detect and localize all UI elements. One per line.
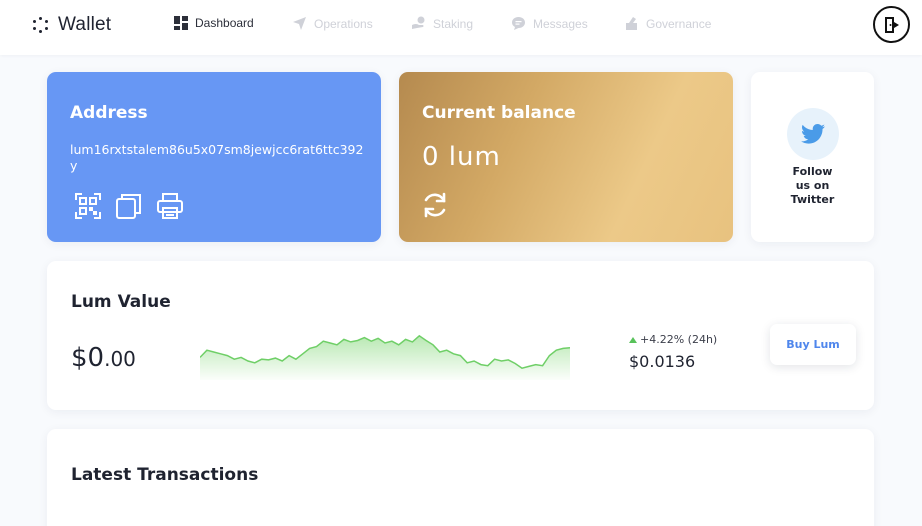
wallet-logo-icon: [33, 17, 49, 33]
latest-transactions-card: Latest Transactions: [47, 429, 874, 526]
balance-card: Current balance 0 lum: [399, 72, 733, 242]
nav-governance[interactable]: Governance: [624, 16, 711, 31]
twitter-bird-icon: [801, 124, 825, 144]
wallet-address: lum16rxtstalem86u5x07sm8jewjcc6rat6ttc39…: [70, 142, 364, 173]
top-navbar: Wallet Dashboard Operations Staking Mess…: [0, 0, 922, 55]
print-icon[interactable]: [156, 192, 184, 220]
chat-bubble-icon: [512, 17, 525, 30]
nav-messages-label: Messages: [533, 16, 588, 31]
nav-dashboard[interactable]: Dashboard: [174, 16, 254, 30]
address-title: Address: [70, 103, 148, 123]
price-change-label: +4.22% (24h): [640, 333, 718, 346]
lum-holdings-value: $0.00: [71, 343, 136, 373]
qr-code-icon[interactable]: [74, 192, 102, 220]
refresh-icon[interactable]: [421, 191, 449, 219]
twitter-card[interactable]: Follow us on Twitter: [751, 72, 874, 242]
nav-operations[interactable]: Operations: [292, 16, 373, 31]
app-name: Wallet: [58, 14, 112, 35]
balance-title: Current balance: [422, 103, 576, 123]
buy-lum-button[interactable]: Buy Lum: [770, 324, 856, 365]
app-logo[interactable]: Wallet: [33, 14, 111, 36]
trend-up-icon: [629, 336, 637, 343]
logout-door-icon: [884, 16, 899, 33]
dashboard-grid-icon: [174, 16, 188, 30]
nav-staking-label: Staking: [433, 16, 474, 31]
copy-icon[interactable]: [115, 192, 143, 220]
nav-operations-label: Operations: [314, 16, 373, 31]
nav-messages[interactable]: Messages: [511, 16, 588, 31]
vote-box-icon: [626, 17, 637, 30]
paper-plane-icon: [293, 17, 306, 30]
nav-governance-label: Governance: [646, 16, 712, 31]
address-card: Address lum16rxtstalem86u5x07sm8jewjcc6r…: [47, 72, 381, 242]
lum-value-title: Lum Value: [71, 292, 171, 312]
balance-amount: 0 lum: [422, 142, 501, 172]
price-change: +4.22% (24h): [629, 333, 717, 346]
current-lum-price: $0.0136: [629, 352, 696, 371]
lum-holdings-cents: .00: [104, 347, 136, 371]
nav-staking[interactable]: Staking: [411, 16, 473, 31]
twitter-icon-circle: [787, 108, 839, 160]
lum-value-card: Lum Value $0.00 +4.22% (24h) $0.0136 Buy…: [47, 261, 874, 410]
lum-price-sparkline: [200, 334, 570, 380]
coins-hand-icon: [412, 16, 425, 29]
logout-button[interactable]: [873, 6, 910, 43]
nav-dashboard-label: Dashboard: [195, 16, 254, 30]
latest-transactions-title: Latest Transactions: [71, 465, 259, 485]
twitter-follow-label: Follow us on Twitter: [790, 165, 835, 206]
lum-holdings-whole: $0: [71, 343, 105, 373]
